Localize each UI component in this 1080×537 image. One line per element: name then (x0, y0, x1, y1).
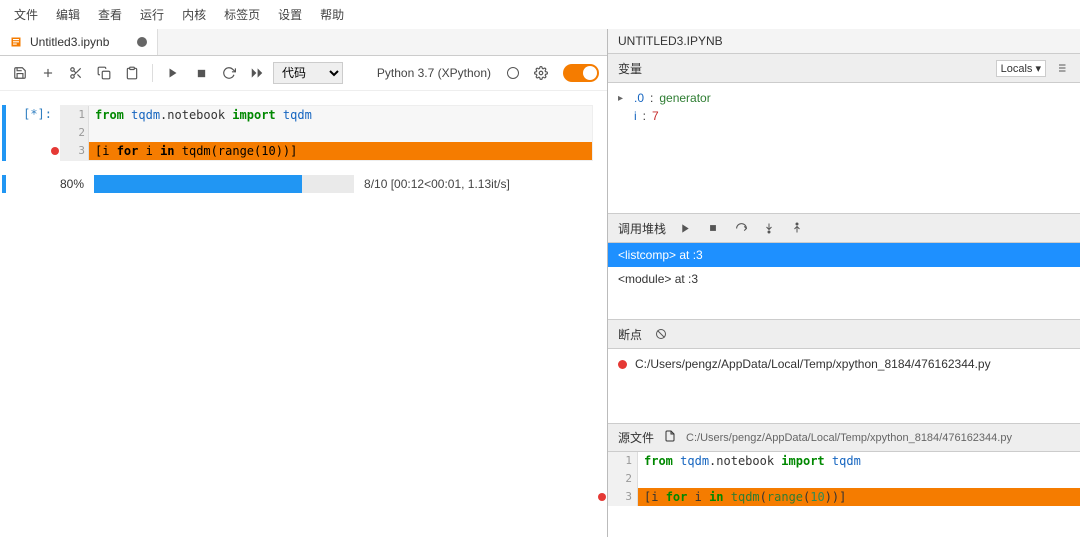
debugger-toggle[interactable] (563, 64, 599, 82)
callstack-header: 调用堆栈 (608, 214, 1080, 243)
open-file-icon[interactable] (664, 430, 676, 445)
stop-button[interactable] (189, 62, 213, 84)
tabbar: Untitled3.ipynb (0, 29, 607, 56)
cell-active-indicator (2, 105, 6, 161)
line-number: 2 (612, 470, 632, 488)
source-header: 源文件 C:/Users/pengz/AppData/Local/Temp/xp… (608, 424, 1080, 452)
menu-item[interactable]: 查看 (98, 6, 122, 23)
tab-notebook[interactable]: Untitled3.ipynb (0, 29, 158, 55)
line-number: 1 (612, 452, 632, 470)
kernel-label[interactable]: Python 3.7 (XPython) (377, 66, 491, 80)
tab-dirty-dot (137, 37, 147, 47)
step-over-button[interactable] (732, 219, 750, 237)
scope-select[interactable]: Locals ▾ (996, 60, 1046, 77)
tab-label: Untitled3.ipynb (30, 35, 109, 49)
source-path: C:/Users/pengz/AppData/Local/Temp/xpytho… (686, 432, 1012, 444)
variables-list[interactable]: ▸.0: generatori: 7 (608, 83, 1080, 213)
menu-item[interactable]: 帮助 (320, 6, 344, 23)
pause-button[interactable] (704, 219, 722, 237)
callstack-list[interactable]: <listcomp> at :3<module> at :3 (608, 243, 1080, 291)
menu-item[interactable]: 编辑 (56, 6, 80, 23)
cut-button[interactable] (64, 62, 88, 84)
code-line[interactable]: 1from tqdm.notebook import tqdm (638, 452, 1080, 470)
progress-percent: 80% (60, 177, 84, 191)
progress-text: 8/10 [00:12<00:01, 1.13it/s] (364, 177, 510, 191)
breakpoint-path: C:/Users/pengz/AppData/Local/Temp/xpytho… (635, 357, 991, 371)
step-out-button[interactable] (788, 219, 806, 237)
variable-name: i (634, 109, 637, 123)
code-cell[interactable]: [*]: 1from tqdm.notebook import tqdm23[i… (2, 105, 593, 161)
output-indicator (2, 175, 6, 193)
variable-name: .0 (634, 91, 644, 105)
breakpoint-dot-icon (618, 360, 627, 369)
kernel-status-icon (507, 67, 519, 79)
continue-button[interactable] (676, 219, 694, 237)
run-all-button[interactable] (245, 62, 269, 84)
menu-item[interactable]: 文件 (14, 6, 38, 23)
main: Untitled3.ipynb 代码 Python 3.7 (XPython) (0, 29, 1080, 537)
menu-item[interactable]: 设置 (278, 6, 302, 23)
callstack-frame[interactable]: <module> at :3 (608, 267, 1080, 291)
code-line[interactable]: 3[i for i in tqdm(range(10))] (89, 142, 592, 160)
breakpoints-header: 断点 (608, 320, 1080, 349)
breakpoints-section: 断点 C:/Users/pengz/AppData/Local/Temp/xpy… (608, 320, 1080, 424)
variable-row[interactable]: ▸.0: generator (618, 89, 1070, 107)
callstack-section: 调用堆栈 <listcomp> at :3<module> at :3 (608, 214, 1080, 320)
line-number: 1 (65, 106, 85, 124)
menubar: 文件 编辑 查看 运行 内核 标签页 设置 帮助 (0, 0, 1080, 29)
code-line[interactable]: 2 (638, 470, 1080, 488)
variable-row[interactable]: i: 7 (618, 107, 1070, 125)
notebook-toolbar: 代码 Python 3.7 (XPython) (0, 56, 607, 91)
run-button[interactable] (161, 62, 185, 84)
variables-header: 变量 Locals ▾ (608, 54, 1080, 83)
menu-item[interactable]: 运行 (140, 6, 164, 23)
chevron-down-icon: ▾ (1035, 63, 1041, 75)
breakpoints-clear-icon[interactable] (652, 325, 670, 343)
variable-type: generator (659, 91, 710, 105)
restart-button[interactable] (217, 62, 241, 84)
breakpoint-item[interactable]: C:/Users/pengz/AppData/Local/Temp/xpytho… (608, 349, 1080, 379)
save-button[interactable] (8, 62, 32, 84)
menu-item[interactable]: 内核 (182, 6, 206, 23)
cell-type-select[interactable]: 代码 (273, 62, 343, 84)
line-number: 2 (65, 124, 85, 142)
expand-caret-icon[interactable]: ▸ (618, 93, 628, 104)
debugger-settings-icon[interactable] (529, 62, 553, 84)
debugger-pane: UNTITLED3.IPYNB 变量 Locals ▾ ▸.0: generat… (608, 29, 1080, 537)
notebook-pane: Untitled3.ipynb 代码 Python 3.7 (XPython) (0, 29, 608, 537)
callstack-frame[interactable]: <listcomp> at :3 (608, 243, 1080, 267)
source-editor[interactable]: 1from tqdm.notebook import tqdm23[i for … (608, 452, 1080, 506)
breakpoint-marker-icon[interactable] (51, 147, 59, 155)
source-section: 源文件 C:/Users/pengz/AppData/Local/Temp/xp… (608, 424, 1080, 537)
line-number: 3 (612, 488, 632, 506)
code-line[interactable]: 2 (89, 124, 592, 142)
copy-button[interactable] (92, 62, 116, 84)
variables-tree-icon[interactable] (1052, 59, 1070, 77)
cell-editor[interactable]: 1from tqdm.notebook import tqdm23[i for … (60, 105, 593, 161)
code-line[interactable]: 3[i for i in tqdm(range(10))] (638, 488, 1080, 506)
insert-cell-button[interactable] (36, 62, 60, 84)
menu-item[interactable]: 标签页 (224, 6, 260, 23)
code-line[interactable]: 1from tqdm.notebook import tqdm (89, 106, 592, 124)
debugger-title: UNTITLED3.IPYNB (608, 29, 1080, 54)
line-number: 3 (65, 142, 85, 160)
variables-section: 变量 Locals ▾ ▸.0: generatori: 7 (608, 54, 1080, 214)
notebook-icon (10, 36, 22, 48)
variable-value: 7 (652, 109, 659, 123)
cell-output: 80% 8/10 [00:12<00:01, 1.13it/s] (2, 175, 593, 193)
breakpoint-marker-icon[interactable] (598, 493, 606, 501)
notebook-area[interactable]: [*]: 1from tqdm.notebook import tqdm23[i… (0, 91, 607, 537)
paste-button[interactable] (120, 62, 144, 84)
separator (152, 64, 153, 82)
progress-bar (94, 175, 354, 193)
step-in-button[interactable] (760, 219, 778, 237)
